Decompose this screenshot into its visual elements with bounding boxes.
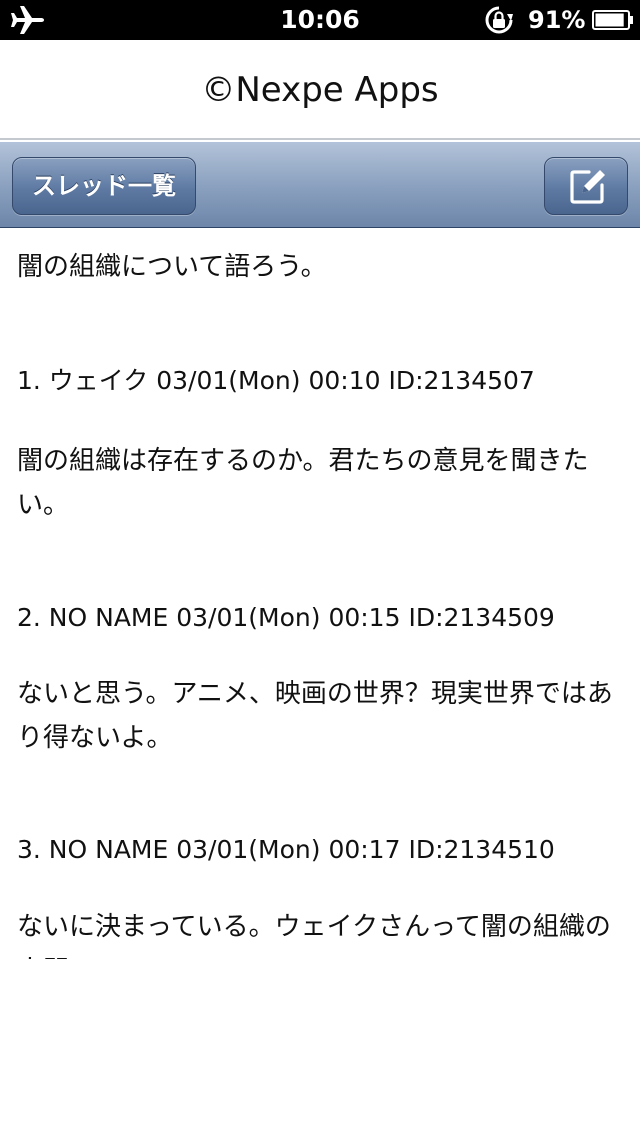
post-header: 1. ウェイク 03/01(Mon) 00:10 ID:2134507	[17, 366, 535, 395]
post-body: 闇の組織は存在するのか。君たちの意見を聞きたい。	[17, 446, 589, 520]
page-title: ©Nexpe Apps	[201, 70, 439, 110]
post-body: ないと思う。アニメ、映画の世界？現実世界ではあり得ないよ。	[17, 679, 613, 753]
status-bar: 10:06 91%	[0, 0, 640, 40]
thread-list-button[interactable]: スレッド一覧	[12, 157, 196, 215]
battery-percent: 91%	[528, 6, 586, 34]
compose-icon	[570, 170, 605, 204]
navigation-toolbar: スレッド一覧	[0, 142, 640, 228]
post-header: 2. NO NAME 03/01(Mon) 00:15 ID:2134509	[17, 603, 555, 632]
thread-title: 闇の組織について語ろう。	[17, 252, 327, 282]
post-header: 3. NO NAME 03/01(Mon) 00:17 ID:2134510	[17, 835, 555, 864]
post-body: ないに決まっている。ウェイクさんって闇の組織の人間？	[17, 912, 611, 959]
rotation-lock-icon	[485, 6, 513, 34]
thread-content[interactable]: 闇の組織について語ろう。 1. ウェイク 03/01(Mon) 00:10 ID…	[0, 229, 640, 959]
title-area: ©Nexpe Apps	[0, 40, 640, 140]
battery-icon	[592, 10, 633, 30]
compose-button[interactable]	[544, 157, 628, 215]
